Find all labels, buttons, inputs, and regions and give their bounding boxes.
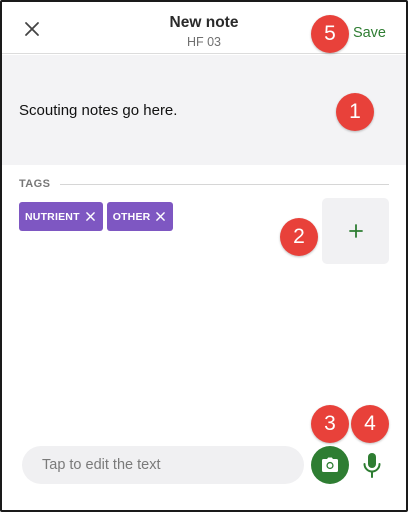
plus-icon	[348, 224, 363, 238]
marker-5: 5	[311, 15, 349, 53]
marker-2: 2	[280, 218, 318, 256]
tags-label: TAGS	[19, 178, 51, 190]
marker-4: 4	[351, 405, 389, 443]
remove-tag-icon[interactable]	[85, 212, 95, 221]
notes-text: Scouting notes go here.	[19, 102, 178, 119]
save-button[interactable]: Save	[353, 25, 386, 41]
microphone-icon	[363, 453, 381, 478]
camera-icon	[322, 457, 338, 472]
tag-nutrient[interactable]: NUTRIENT	[19, 202, 103, 231]
tags-divider	[60, 183, 389, 185]
microphone-button[interactable]	[358, 449, 386, 483]
add-tag-button[interactable]	[322, 198, 389, 264]
marker-3: 3	[311, 405, 349, 443]
marker-1: 1	[336, 93, 374, 131]
tag-list: NUTRIENT OTHER	[19, 202, 174, 231]
tag-label: OTHER	[112, 210, 151, 223]
screen-frame: New note HF 03 Save Scouting notes go he…	[0, 0, 408, 512]
tags-section-header: TAGS	[19, 178, 389, 190]
note-text-input[interactable]	[22, 446, 304, 484]
camera-button[interactable]	[311, 446, 349, 484]
tag-label: NUTRIENT	[25, 210, 80, 223]
remove-tag-icon[interactable]	[156, 212, 166, 221]
tag-other[interactable]: OTHER	[106, 202, 174, 231]
